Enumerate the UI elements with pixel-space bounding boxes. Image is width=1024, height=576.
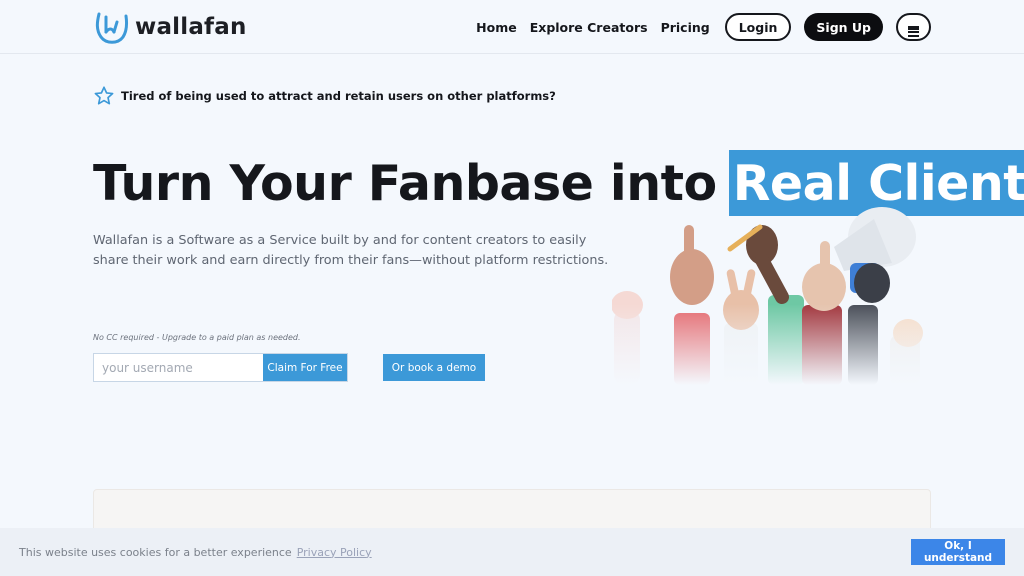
- book-demo-button[interactable]: Or book a demo: [383, 354, 485, 381]
- privacy-policy-link[interactable]: Privacy Policy: [297, 546, 372, 559]
- plan-note: No CC required - Upgrade to a paid plan …: [93, 333, 301, 342]
- headline-main: Turn Your Fanbase into: [93, 154, 717, 212]
- cookie-accept-button[interactable]: Ok, I understand: [911, 539, 1005, 565]
- hamburger-icon: [908, 26, 919, 37]
- claim-form: Claim For Free: [93, 353, 348, 382]
- cookie-banner: This website uses cookies for a better e…: [0, 528, 1024, 576]
- raised-hands-illustration: [612, 205, 932, 385]
- star-icon: [94, 86, 114, 105]
- hero-description: Wallafan is a Software as a Service buil…: [93, 233, 609, 268]
- menu-button[interactable]: [896, 13, 931, 41]
- main-nav: Home Explore Creators Pricing Login Sign…: [476, 12, 931, 42]
- brand-logo[interactable]: wallafan: [93, 8, 247, 46]
- claim-free-button[interactable]: Claim For Free: [263, 354, 347, 381]
- login-button[interactable]: Login: [724, 13, 792, 41]
- brand-name: wallafan: [135, 14, 247, 40]
- hand-logo-icon: [95, 12, 129, 44]
- tagline-text: Tired of being used to attract and retai…: [121, 89, 556, 103]
- nav-explore-creators-link[interactable]: Explore Creators: [530, 20, 648, 35]
- username-input[interactable]: [94, 354, 263, 381]
- nav-pricing-link[interactable]: Pricing: [661, 20, 710, 35]
- hero-tagline: Tired of being used to attract and retai…: [93, 85, 556, 107]
- nav-home-link[interactable]: Home: [476, 20, 517, 35]
- cookie-text: This website uses cookies for a better e…: [19, 545, 292, 559]
- site-header: wallafan Home Explore Creators Pricing L…: [0, 0, 1024, 54]
- signup-button[interactable]: Sign Up: [804, 13, 883, 41]
